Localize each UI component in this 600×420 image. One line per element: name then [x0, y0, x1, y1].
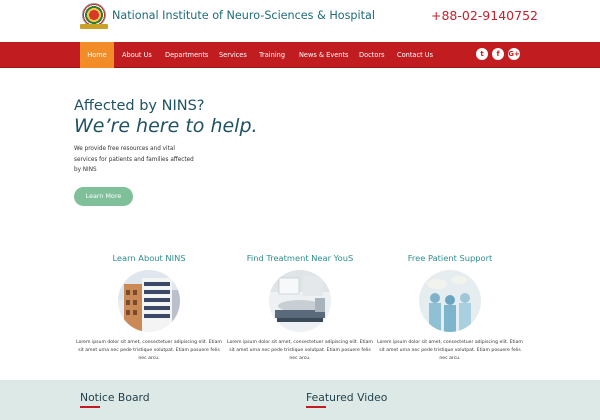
- feature-description: Lorem ipsum dolor sit amet, consectetuer…: [377, 340, 523, 361]
- featured-video-underline: [306, 406, 326, 408]
- nav-item-about-us[interactable]: About Us: [122, 42, 152, 68]
- building-image[interactable]: [118, 270, 180, 332]
- page: National Institute of Neuro-Sciences & H…: [0, 0, 600, 420]
- nav-item-news-events[interactable]: News & Events: [299, 42, 348, 68]
- hero-heading: Affected by NINS?: [74, 98, 205, 114]
- featured-video-heading: Featured Video: [306, 391, 388, 404]
- facebook-icon[interactable]: f: [492, 48, 504, 60]
- surgery-team-image[interactable]: [419, 270, 481, 332]
- nav-item-contact-us[interactable]: Contact Us: [397, 42, 433, 68]
- main-nav: Home About Us Departments Services Train…: [0, 42, 600, 68]
- twitter-icon[interactable]: t: [476, 48, 488, 60]
- site-title[interactable]: National Institute of Neuro-Sciences & H…: [112, 9, 375, 22]
- hero-tagline: We’re here to help.: [74, 115, 258, 137]
- feature-title[interactable]: Learn About NINS: [75, 253, 223, 263]
- feature-description: Lorem ipsum dolor sit amet, consectetuer…: [76, 340, 222, 361]
- site-header: National Institute of Neuro-Sciences & H…: [0, 0, 600, 42]
- phone-number: +88-02-9140752: [431, 8, 538, 23]
- nav-item-home[interactable]: Home: [80, 42, 114, 68]
- nav-item-departments[interactable]: Departments: [165, 42, 208, 68]
- nav-item-doctors[interactable]: Doctors: [359, 42, 385, 68]
- learn-more-button[interactable]: Learn More: [74, 187, 133, 206]
- notice-board-underline: [80, 406, 100, 408]
- nav-item-training[interactable]: Training: [259, 42, 285, 68]
- google-plus-icon[interactable]: G+: [508, 48, 520, 60]
- nav-item-services[interactable]: Services: [219, 42, 247, 68]
- treatment-room-image[interactable]: [269, 270, 331, 332]
- logo-ribbon: [80, 24, 108, 29]
- feature-title[interactable]: Find Treatment Near YouS: [226, 253, 374, 263]
- feature-description: Lorem ipsum dolor sit amet, consectetuer…: [227, 340, 373, 361]
- feature-title[interactable]: Free Patient Support: [376, 253, 524, 263]
- notice-board-heading: Notice Board: [80, 391, 150, 404]
- hero-description: We provide free resources and vital serv…: [74, 146, 194, 173]
